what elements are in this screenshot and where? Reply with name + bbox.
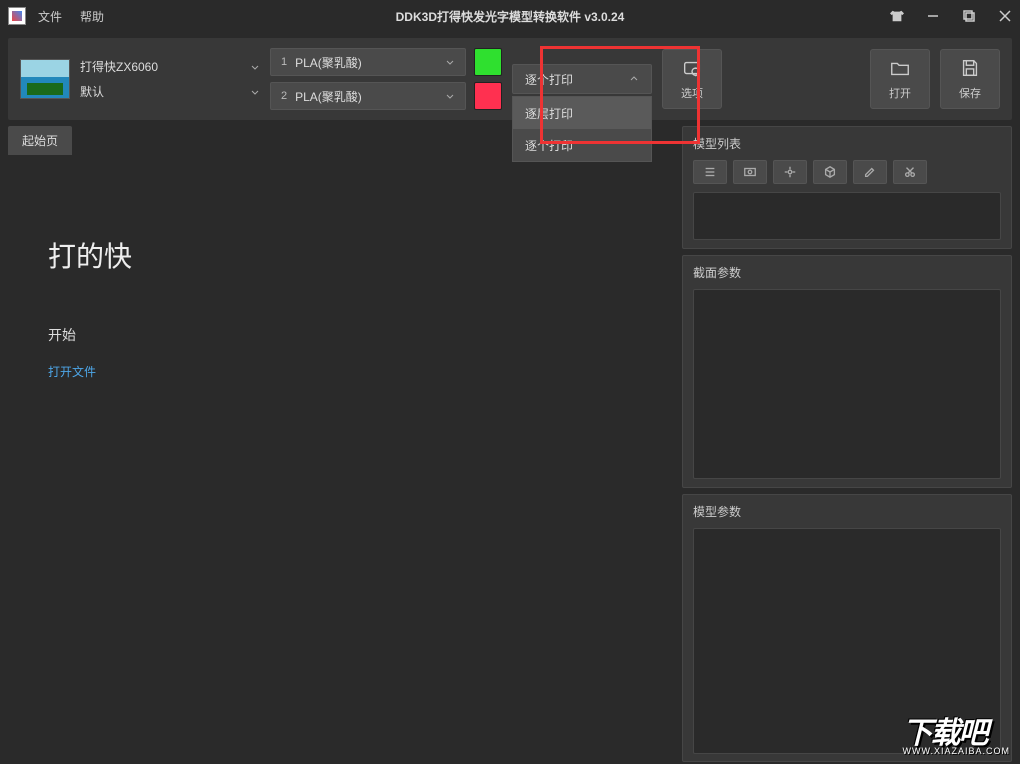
options-button[interactable]: 选项: [662, 49, 722, 109]
printer-model-label: 打得快ZX6060: [80, 58, 158, 75]
material-select-2[interactable]: 2 PLA(聚乳酸): [270, 82, 466, 110]
close-icon[interactable]: [998, 9, 1012, 23]
start-section-label: 开始: [48, 325, 636, 345]
section-params-title: 截面参数: [693, 264, 1001, 281]
menu-file[interactable]: 文件: [38, 8, 62, 25]
cube-button[interactable]: [813, 160, 847, 184]
maximize-icon[interactable]: [962, 9, 976, 23]
material-select-1[interactable]: 1 PLA(聚乳酸): [270, 48, 466, 76]
cut-button[interactable]: [893, 160, 927, 184]
chevron-up-icon: [629, 74, 639, 84]
watermark: 下载吧 WWW.XIAZAIBA.COM: [903, 708, 1011, 756]
dropdown-item-individual[interactable]: 逐个打印: [513, 129, 651, 161]
folder-icon: [889, 57, 911, 79]
material-index: 2: [281, 90, 287, 102]
print-mode-dropdown: 逐层打印 逐个打印: [512, 96, 652, 162]
printer-preset-label: 默认: [80, 83, 104, 100]
camera-button[interactable]: [733, 160, 767, 184]
save-icon: [959, 57, 981, 79]
printer-thumbnail: [20, 59, 70, 99]
model-list-box: [693, 192, 1001, 240]
tab-start[interactable]: 起始页: [8, 126, 72, 155]
material-color-1[interactable]: [474, 48, 502, 76]
open-file-link[interactable]: 打开文件: [48, 363, 636, 380]
center-button[interactable]: [773, 160, 807, 184]
chevron-down-icon: [445, 57, 455, 67]
edit-button[interactable]: [853, 160, 887, 184]
tshirt-icon[interactable]: [890, 9, 904, 23]
section-params-panel: 截面参数: [682, 255, 1012, 488]
section-params-box: [693, 289, 1001, 479]
chevron-down-icon: [445, 91, 455, 101]
print-mode-label: 逐个打印: [525, 71, 573, 88]
open-label: 打开: [889, 85, 911, 101]
open-button[interactable]: 打开: [870, 49, 930, 109]
chevron-down-icon: [250, 87, 260, 97]
printer-selector: 打得快ZX6060 默认: [20, 58, 260, 100]
list-view-button[interactable]: [693, 160, 727, 184]
printer-model-select[interactable]: 打得快ZX6060: [80, 58, 260, 75]
app-icon: [8, 7, 26, 25]
watermark-url: WWW.XIAZAIBA.COM: [903, 746, 1011, 756]
menu-help[interactable]: 帮助: [80, 8, 104, 25]
window-title: DDK3D打得快发光字模型转换软件 v3.0.24: [396, 8, 625, 25]
save-label: 保存: [959, 85, 981, 101]
options-label: 选项: [681, 85, 703, 101]
material-name: PLA(聚乳酸): [295, 88, 362, 105]
material-color-2[interactable]: [474, 82, 502, 110]
material-name: PLA(聚乳酸): [295, 54, 362, 71]
model-list-title: 模型列表: [693, 135, 1001, 152]
page-title: 打的快: [48, 235, 636, 275]
material-index: 1: [281, 56, 287, 68]
start-page-content: 打的快 开始 打开文件: [8, 155, 676, 762]
chevron-down-icon: [250, 62, 260, 72]
dropdown-item-layer[interactable]: 逐层打印: [513, 97, 651, 129]
gear-icon: [681, 57, 703, 79]
save-button[interactable]: 保存: [940, 49, 1000, 109]
model-params-title: 模型参数: [693, 503, 1001, 520]
print-mode-select[interactable]: 逐个打印: [512, 64, 652, 94]
model-list-panel: 模型列表: [682, 126, 1012, 249]
printer-preset-select[interactable]: 默认: [80, 83, 260, 100]
minimize-icon[interactable]: [926, 9, 940, 23]
